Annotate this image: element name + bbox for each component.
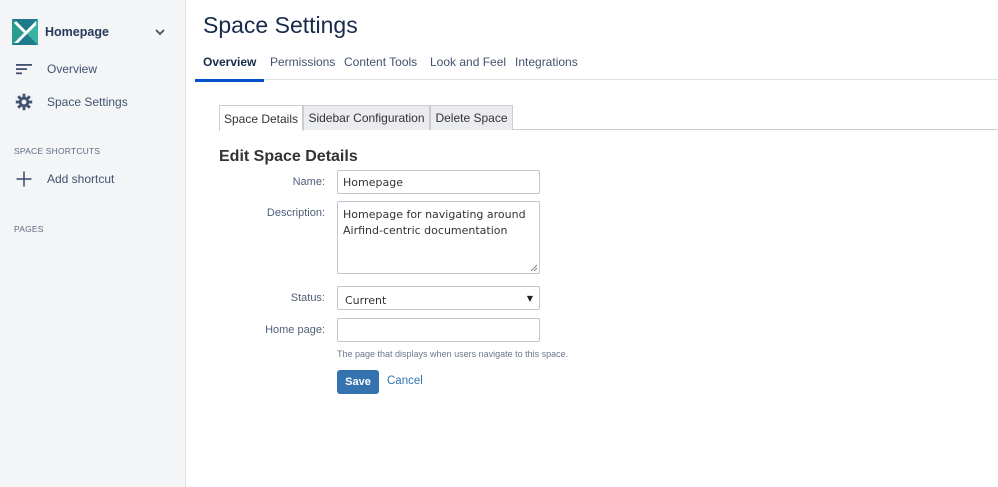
tab-permissions[interactable]: Permissions <box>270 55 335 80</box>
homepage-input[interactable] <box>337 318 540 342</box>
subtab-sidebar-configuration[interactable]: Sidebar Configuration <box>303 105 430 130</box>
sidebar-item-space-settings[interactable]: Space Settings <box>14 90 174 114</box>
tab-overview[interactable]: Overview <box>194 55 265 82</box>
plus-icon <box>14 169 34 189</box>
description-textarea[interactable]: Homepage for navigating around Airfind-c… <box>337 201 540 274</box>
subtab-space-details[interactable]: Space Details <box>219 105 303 131</box>
add-shortcut-button[interactable]: Add shortcut <box>14 167 174 191</box>
sidebar-item-label: Space Settings <box>47 95 128 109</box>
pages-heading: PAGES <box>14 224 44 234</box>
name-field[interactable]: Homepage <box>337 170 540 194</box>
space-logo-icon <box>12 19 38 45</box>
dropdown-arrow-icon: ▼ <box>526 294 533 303</box>
subtab-delete-space[interactable]: Delete Space <box>430 105 513 130</box>
add-shortcut-label: Add shortcut <box>47 172 115 186</box>
status-label: Status: <box>290 292 325 304</box>
page-title: Space Settings <box>203 12 358 38</box>
homepage-help-text: The page that displays when users naviga… <box>337 349 569 359</box>
space-name: Homepage <box>45 25 109 39</box>
settings-tabs: Overview Permissions Content Tools Look … <box>194 50 998 82</box>
overview-subtabs: Space Details Sidebar Configuration Dele… <box>219 105 998 131</box>
resize-grip-icon[interactable] <box>530 264 538 272</box>
chevron-down-icon[interactable] <box>154 26 166 38</box>
space-shortcuts-heading: SPACE SHORTCUTS <box>14 146 101 156</box>
status-select[interactable]: Current ▼ <box>337 286 540 310</box>
tab-look-and-feel[interactable]: Look and Feel <box>430 55 506 80</box>
status-selected-value: Current <box>345 294 387 307</box>
description-line-2: Airfind-centric documentation <box>343 224 508 237</box>
sidebar-item-label: Overview <box>47 62 98 76</box>
sidebar-item-overview[interactable]: Overview <box>14 57 174 81</box>
overview-lines-icon <box>14 59 34 79</box>
gear-icon <box>14 92 34 112</box>
tab-integrations[interactable]: Integrations <box>515 55 578 80</box>
save-button[interactable]: Save <box>337 370 379 394</box>
description-line-1: Homepage for navigating around <box>343 208 526 221</box>
tab-content-tools[interactable]: Content Tools <box>344 55 417 80</box>
description-label: Description: <box>266 207 325 219</box>
homepage-label: Home page: <box>265 324 325 336</box>
form-title: Edit Space Details <box>219 148 358 165</box>
cancel-link[interactable]: Cancel <box>387 375 423 387</box>
name-label: Name: <box>292 176 325 188</box>
sidebar: Homepage Overview Space Settings SPACE S… <box>0 0 186 487</box>
space-header[interactable]: Homepage <box>12 18 172 46</box>
